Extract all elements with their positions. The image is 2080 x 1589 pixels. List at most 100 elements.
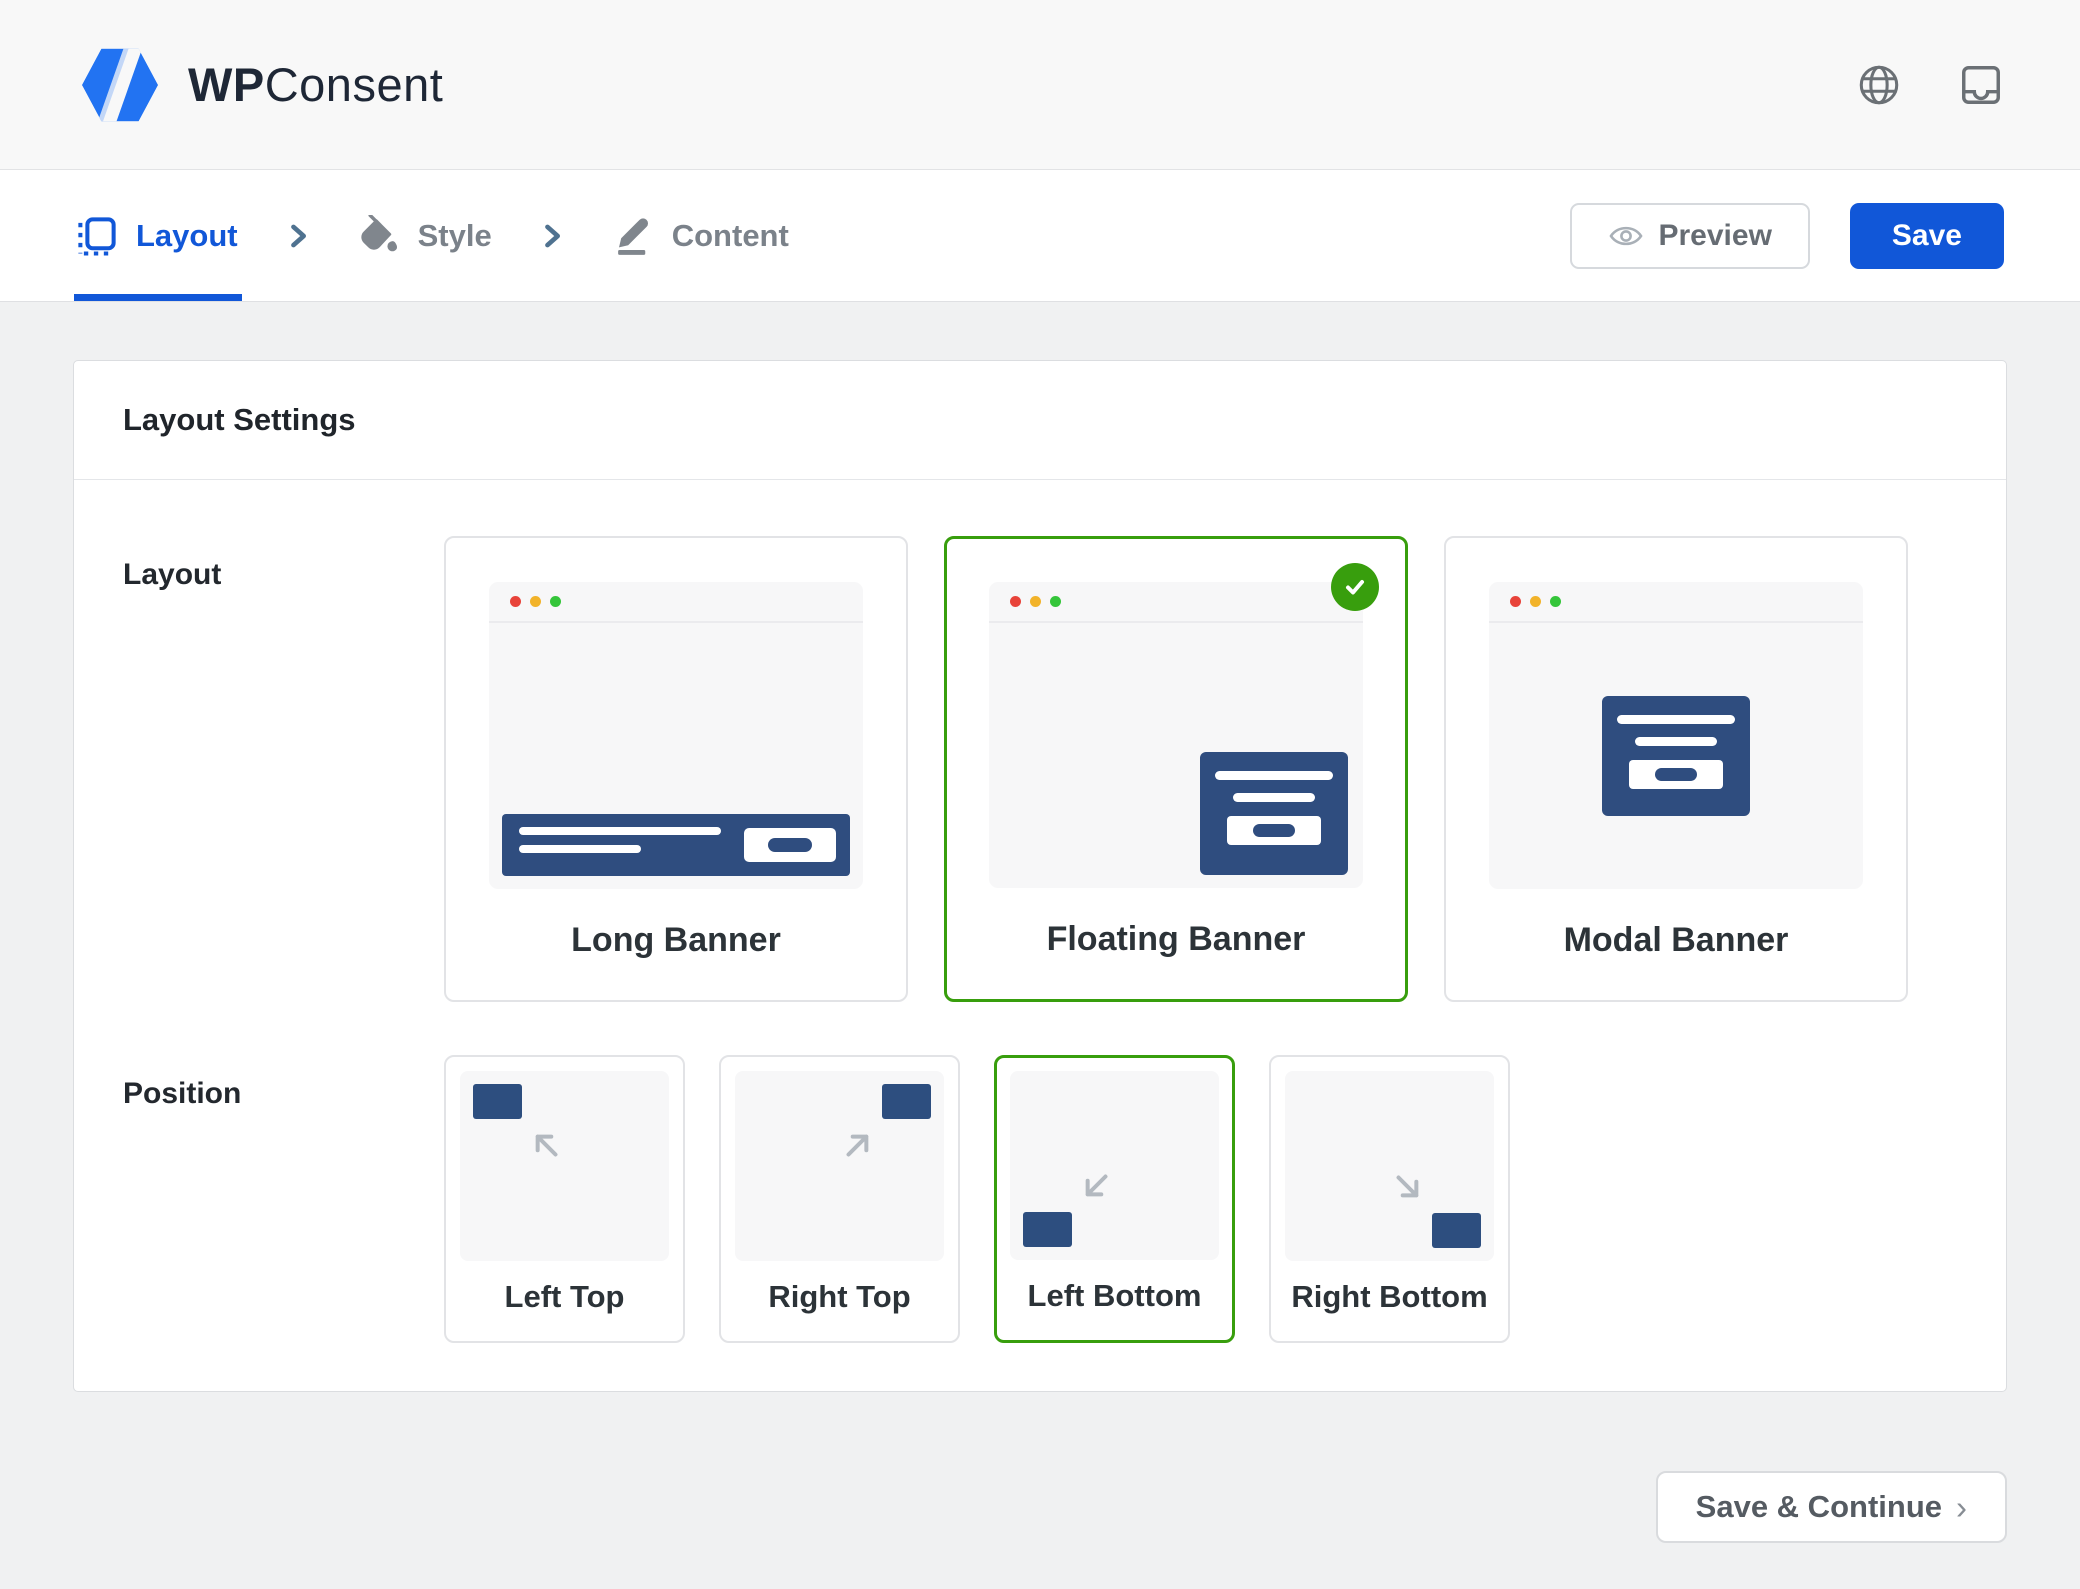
position-option-right-bottom[interactable]: Right Bottom xyxy=(1269,1055,1510,1343)
inbox-icon[interactable] xyxy=(1958,62,2004,108)
layout-settings-panel: Layout Settings Layout xyxy=(73,360,2007,1392)
arrow-down-right-icon xyxy=(1388,1167,1430,1209)
green-dot-icon xyxy=(550,596,561,607)
layout-icon xyxy=(76,215,118,257)
footer-actions: Save & Continue › xyxy=(73,1392,2007,1543)
tab-style[interactable]: Style xyxy=(358,170,492,301)
text-placeholder-line xyxy=(1215,771,1333,780)
tab-layout-label: Layout xyxy=(136,218,238,254)
layout-option-floating-banner[interactable]: Floating Banner xyxy=(944,536,1408,1002)
tab-style-label: Style xyxy=(418,218,492,254)
paint-bucket-icon xyxy=(358,215,400,257)
yellow-dot-icon xyxy=(1030,596,1041,607)
panel-body: Layout xyxy=(74,480,2006,1391)
position-option-left-bottom[interactable]: Left Bottom xyxy=(994,1055,1235,1343)
text-placeholder-line xyxy=(1635,737,1717,746)
text-placeholder-line xyxy=(519,845,641,853)
pencil-icon xyxy=(612,215,654,257)
layout-options: Long Banner xyxy=(444,536,1908,1002)
button-label-placeholder xyxy=(768,838,812,852)
position-option-label: Left Bottom xyxy=(1010,1260,1219,1340)
app-header: WPConsent xyxy=(0,0,2080,170)
layout-option-modal-banner[interactable]: Modal Banner xyxy=(1444,536,1908,1002)
position-options: Left Top Right Top xyxy=(444,1055,1510,1343)
position-option-label: Right Bottom xyxy=(1285,1261,1494,1341)
position-option-label: Left Top xyxy=(460,1261,669,1341)
position-field-label: Position xyxy=(123,1055,444,1343)
layout-option-label: Long Banner xyxy=(489,889,863,1000)
yellow-dot-icon xyxy=(530,596,541,607)
button-placeholder xyxy=(1227,816,1321,845)
green-dot-icon xyxy=(1550,596,1561,607)
chevron-right-icon xyxy=(284,220,312,252)
brand-bold: WP xyxy=(188,58,265,111)
text-placeholder-line xyxy=(1233,793,1315,802)
text-placeholder-line xyxy=(1617,715,1735,724)
layout-field-row: Layout xyxy=(123,536,1957,1002)
browser-mockup-titlebar xyxy=(989,582,1363,623)
yellow-dot-icon xyxy=(1530,596,1541,607)
green-dot-icon xyxy=(1050,596,1061,607)
header-icons xyxy=(1856,62,2004,108)
page-content: Layout Settings Layout xyxy=(0,302,2080,1392)
button-label-placeholder xyxy=(1253,824,1295,837)
position-mockup xyxy=(1285,1071,1494,1261)
position-mockup xyxy=(735,1071,944,1261)
red-dot-icon xyxy=(1010,596,1021,607)
chevron-right-icon: › xyxy=(1956,1487,1967,1527)
save-and-continue-button[interactable]: Save & Continue › xyxy=(1656,1471,2007,1543)
preview-button-label: Preview xyxy=(1659,219,1772,253)
arrow-up-right-icon xyxy=(838,1123,880,1165)
floating-banner-preview xyxy=(1200,752,1348,875)
brand-text: WPConsent xyxy=(188,57,443,112)
browser-mockup-titlebar xyxy=(489,582,863,623)
workflow-tab-bar: Layout Style Content xyxy=(0,170,2080,302)
banner-position-square xyxy=(1432,1213,1481,1248)
browser-mockup xyxy=(989,582,1363,888)
globe-icon[interactable] xyxy=(1856,62,1902,108)
arrow-down-left-icon xyxy=(1074,1166,1116,1208)
layout-option-label: Floating Banner xyxy=(989,888,1363,999)
wpconsent-logo-icon xyxy=(76,44,164,126)
eye-icon xyxy=(1608,221,1644,251)
save-and-continue-label: Save & Continue xyxy=(1696,1489,1942,1525)
preview-button[interactable]: Preview xyxy=(1570,203,1810,269)
tab-content[interactable]: Content xyxy=(612,170,789,301)
tab-content-label: Content xyxy=(672,218,789,254)
browser-mockup-body xyxy=(989,623,1363,888)
tab-bar-actions: Preview Save xyxy=(1570,203,2005,269)
panel-title: Layout Settings xyxy=(123,402,1957,438)
button-placeholder xyxy=(1629,760,1723,789)
arrow-up-left-icon xyxy=(524,1123,566,1165)
browser-mockup xyxy=(489,582,863,889)
position-option-left-top[interactable]: Left Top xyxy=(444,1055,685,1343)
position-mockup xyxy=(1010,1071,1219,1260)
save-button[interactable]: Save xyxy=(1850,203,2004,269)
red-dot-icon xyxy=(510,596,521,607)
browser-mockup xyxy=(1489,582,1863,889)
red-dot-icon xyxy=(1510,596,1521,607)
modal-banner-preview xyxy=(1602,696,1750,816)
panel-header: Layout Settings xyxy=(74,361,2006,480)
browser-mockup-body xyxy=(1489,623,1863,889)
position-option-label: Right Top xyxy=(735,1261,944,1341)
tab-layout[interactable]: Layout xyxy=(76,170,238,301)
brand-regular: Consent xyxy=(265,58,444,111)
banner-position-square xyxy=(473,1084,522,1119)
banner-position-square xyxy=(882,1084,931,1119)
layout-option-label: Modal Banner xyxy=(1489,889,1863,1000)
button-placeholder xyxy=(744,828,836,862)
wpconsent-logo: WPConsent xyxy=(76,44,443,126)
button-label-placeholder xyxy=(1655,768,1697,781)
text-placeholder-line xyxy=(519,827,721,835)
position-mockup xyxy=(460,1071,669,1261)
position-option-right-top[interactable]: Right Top xyxy=(719,1055,960,1343)
banner-position-square xyxy=(1023,1212,1072,1247)
chevron-right-icon xyxy=(538,220,566,252)
layout-option-long-banner[interactable]: Long Banner xyxy=(444,536,908,1002)
browser-mockup-body xyxy=(489,623,863,889)
layout-field-label: Layout xyxy=(123,536,444,1002)
browser-mockup-titlebar xyxy=(1489,582,1863,623)
selected-check-icon xyxy=(1331,563,1379,611)
position-field-row: Position Left Top xyxy=(123,1055,1957,1343)
